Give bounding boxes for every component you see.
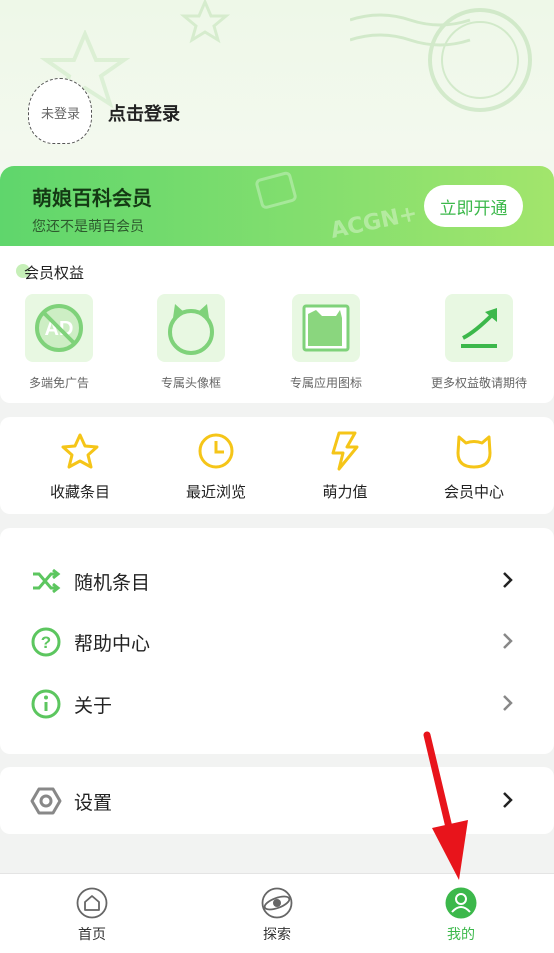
quick-action-label: 会员中心 (443, 483, 504, 501)
quick-recent[interactable]: 最近浏览 (156, 431, 276, 502)
login-link[interactable]: 点击登录 (108, 100, 180, 126)
settings-panel: 设置 (0, 767, 554, 834)
benefit-label: 专属应用图标 (289, 376, 362, 390)
chevron-right-icon (503, 633, 513, 649)
benefit-label: 专属头像框 (160, 376, 221, 390)
home-icon (76, 887, 108, 919)
trend-up-icon (461, 308, 497, 348)
quick-moe-points[interactable]: 萌力值 (285, 431, 405, 502)
tab-label: 首页 (78, 927, 106, 943)
menu-item-label: 关于 (74, 695, 113, 717)
benefits-title: 会员权益 (24, 264, 85, 282)
join-member-button[interactable]: 立即开通 (424, 185, 523, 227)
member-subtitle: 您还不是萌百会员 (32, 219, 144, 235)
quick-member-center[interactable]: 会员中心 (414, 431, 534, 502)
benefit-app-icon[interactable]: 专属应用图标 (271, 294, 381, 391)
shuffle-icon (33, 568, 61, 594)
menu-item-about[interactable]: 关于 (0, 678, 554, 728)
menu-item-label: 设置 (74, 792, 113, 814)
chevron-right-icon (503, 572, 513, 588)
quick-favorites[interactable]: 收藏条目 (20, 431, 140, 502)
app-icon (302, 304, 350, 352)
menu-item-settings[interactable]: 设置 (0, 775, 554, 825)
star-icon (61, 433, 99, 469)
quick-action-label: 萌力值 (322, 483, 368, 501)
settings-icon (30, 787, 62, 815)
tab-profile[interactable]: 我的 (416, 886, 506, 944)
benefit-label: 多端免广告 (28, 376, 89, 390)
bottom-tab-bar: 首页 探索 我的 (0, 873, 554, 953)
info-icon (31, 689, 61, 719)
menu-item-help[interactable]: ? 帮助中心 (0, 616, 554, 666)
member-title: 萌娘百科会员 (32, 186, 152, 210)
benefit-no-ads[interactable]: AD 多端免广告 (4, 294, 114, 391)
chevron-right-icon (503, 792, 513, 808)
quick-actions-panel: 收藏条目 最近浏览 萌力值 会员中心 (0, 417, 554, 514)
explore-icon (261, 887, 293, 919)
menu-item-label: 随机条目 (74, 572, 151, 594)
lightning-icon (331, 431, 359, 471)
tab-label: 探索 (263, 927, 291, 943)
stamp-decoration-icon (350, 8, 532, 112)
star-decoration-icon (180, 0, 230, 44)
cat-icon (456, 435, 492, 469)
tab-home[interactable]: 首页 (47, 886, 137, 944)
avatar-placeholder: 未登录 (41, 107, 81, 122)
quick-action-label: 最近浏览 (185, 483, 246, 501)
menu-item-label: 帮助中心 (74, 633, 151, 655)
benefit-avatar-frame[interactable]: 专属头像框 (136, 294, 246, 391)
menu-item-random[interactable]: 随机条目 (0, 555, 554, 605)
member-watermark: ACGN+ (328, 201, 420, 244)
benefit-more[interactable]: 更多权益敬请期待 (424, 294, 534, 391)
avatar[interactable]: 未登录 (28, 78, 92, 144)
benefits-panel: 会员权益 AD 多端免广告 专属头像框 专属应用图标 (0, 246, 554, 403)
help-icon: ? (31, 627, 61, 657)
benefit-label: 更多权益敬请期待 (430, 376, 527, 390)
image-decoration-icon (255, 171, 297, 209)
svg-text:?: ? (41, 633, 51, 652)
no-ads-icon: AD (35, 304, 83, 352)
chevron-right-icon (503, 695, 513, 711)
tab-label: 我的 (447, 927, 475, 943)
profile-icon (445, 887, 477, 919)
avatar-frame-icon (168, 304, 214, 355)
quick-action-label: 收藏条目 (49, 483, 110, 501)
menu-list: 随机条目 ? 帮助中心 关于 (0, 528, 554, 754)
member-card: 萌娘百科会员 您还不是萌百会员 ACGN+ 立即开通 (0, 166, 554, 246)
clock-icon (198, 433, 234, 469)
tab-explore[interactable]: 探索 (232, 886, 322, 944)
